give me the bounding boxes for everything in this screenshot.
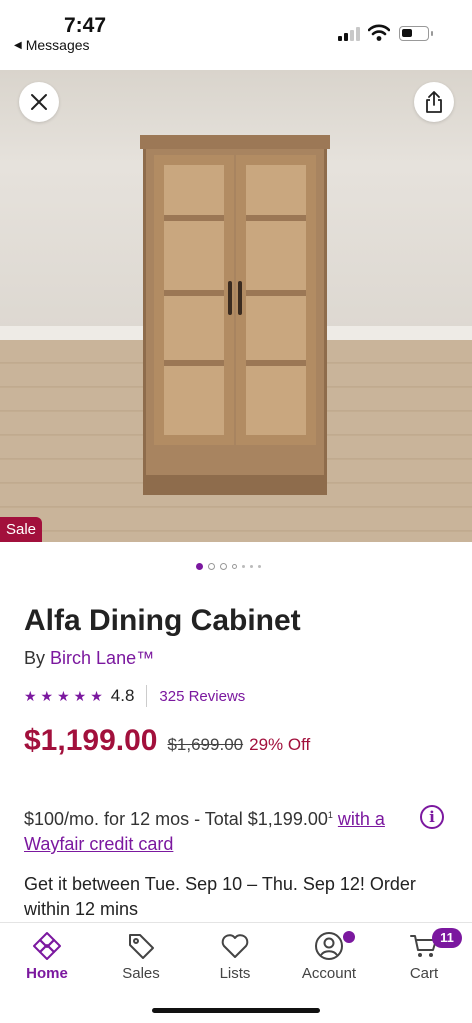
financing-offer: $100/mo. for 12 mos - Total $1,199.001 w… xyxy=(24,803,416,857)
back-app-label: Messages xyxy=(25,37,90,53)
account-notification-dot xyxy=(343,931,355,943)
carousel-dot[interactable] xyxy=(258,565,261,568)
discount-label: 29% Off xyxy=(249,735,311,754)
home-indicator[interactable] xyxy=(152,1008,320,1013)
status-time: 7:47 xyxy=(64,14,107,37)
tag-icon xyxy=(129,934,154,959)
reviews-link[interactable]: 325 Reviews xyxy=(159,688,245,705)
current-price: $1,199.00 xyxy=(24,724,158,757)
carousel-indicator[interactable] xyxy=(196,563,261,570)
tab-lists[interactable]: Lists xyxy=(195,931,275,982)
brand-line: By Birch Lane™ xyxy=(24,648,154,669)
delivery-estimate: Get it between Tue. Sep 10 – Thu. Sep 12… xyxy=(24,874,416,919)
product-image[interactable] xyxy=(0,70,472,542)
share-button[interactable] xyxy=(414,82,454,122)
tab-label-cart: Cart xyxy=(409,965,439,982)
rating-value: 4.8 xyxy=(110,686,135,705)
tab-label-account: Account xyxy=(301,965,357,982)
rating-row[interactable]: ★★★★★ 4.8 325 Reviews xyxy=(24,684,245,708)
heart-icon xyxy=(221,934,249,958)
carousel-dot[interactable] xyxy=(220,563,227,570)
info-icon[interactable]: i xyxy=(420,805,444,829)
account-icon xyxy=(315,932,343,960)
back-to-messages[interactable]: ◀ Messages xyxy=(14,37,90,53)
price-row: $1,199.00 $1,699.00 29% Off xyxy=(24,724,310,758)
tab-home[interactable]: Home xyxy=(7,931,87,982)
cabinet-illustration xyxy=(140,135,330,495)
tab-account[interactable]: Account xyxy=(289,931,369,982)
carousel-dot[interactable] xyxy=(208,563,215,570)
product-title: Alfa Dining Cabinet xyxy=(24,604,301,637)
financing-text: $100/mo. for 12 mos - Total $1,199.00 xyxy=(24,809,328,829)
share-icon xyxy=(426,91,442,113)
signal-icon xyxy=(338,27,360,41)
carousel-dot[interactable] xyxy=(196,563,203,570)
tab-label-sales: Sales xyxy=(122,965,160,982)
financing-footnote: 1 xyxy=(327,810,333,820)
home-diamond-icon xyxy=(33,932,61,960)
carousel-dot[interactable] xyxy=(242,565,245,568)
divider xyxy=(146,685,148,707)
was-price: $1,699.00 xyxy=(167,735,244,754)
close-icon xyxy=(31,94,47,110)
battery-icon xyxy=(399,26,433,41)
tab-label-home: Home xyxy=(26,965,68,982)
tab-sales[interactable]: Sales xyxy=(101,931,181,982)
status-bar: 7:47 ◀ Messages xyxy=(0,0,472,62)
brand-prefix: By xyxy=(24,648,46,668)
wifi-icon xyxy=(368,24,390,41)
cart-count-badge: 11 xyxy=(432,928,462,948)
carousel-dot[interactable] xyxy=(232,564,237,569)
sale-badge: Sale xyxy=(0,517,43,542)
tab-label-lists: Lists xyxy=(219,965,251,982)
carousel-dot[interactable] xyxy=(250,565,253,568)
rating-stars-icon: ★★★★★ xyxy=(24,687,107,704)
back-triangle-icon: ◀ xyxy=(14,39,22,51)
close-button[interactable] xyxy=(19,82,59,122)
brand-link[interactable]: Birch Lane™ xyxy=(50,648,154,668)
